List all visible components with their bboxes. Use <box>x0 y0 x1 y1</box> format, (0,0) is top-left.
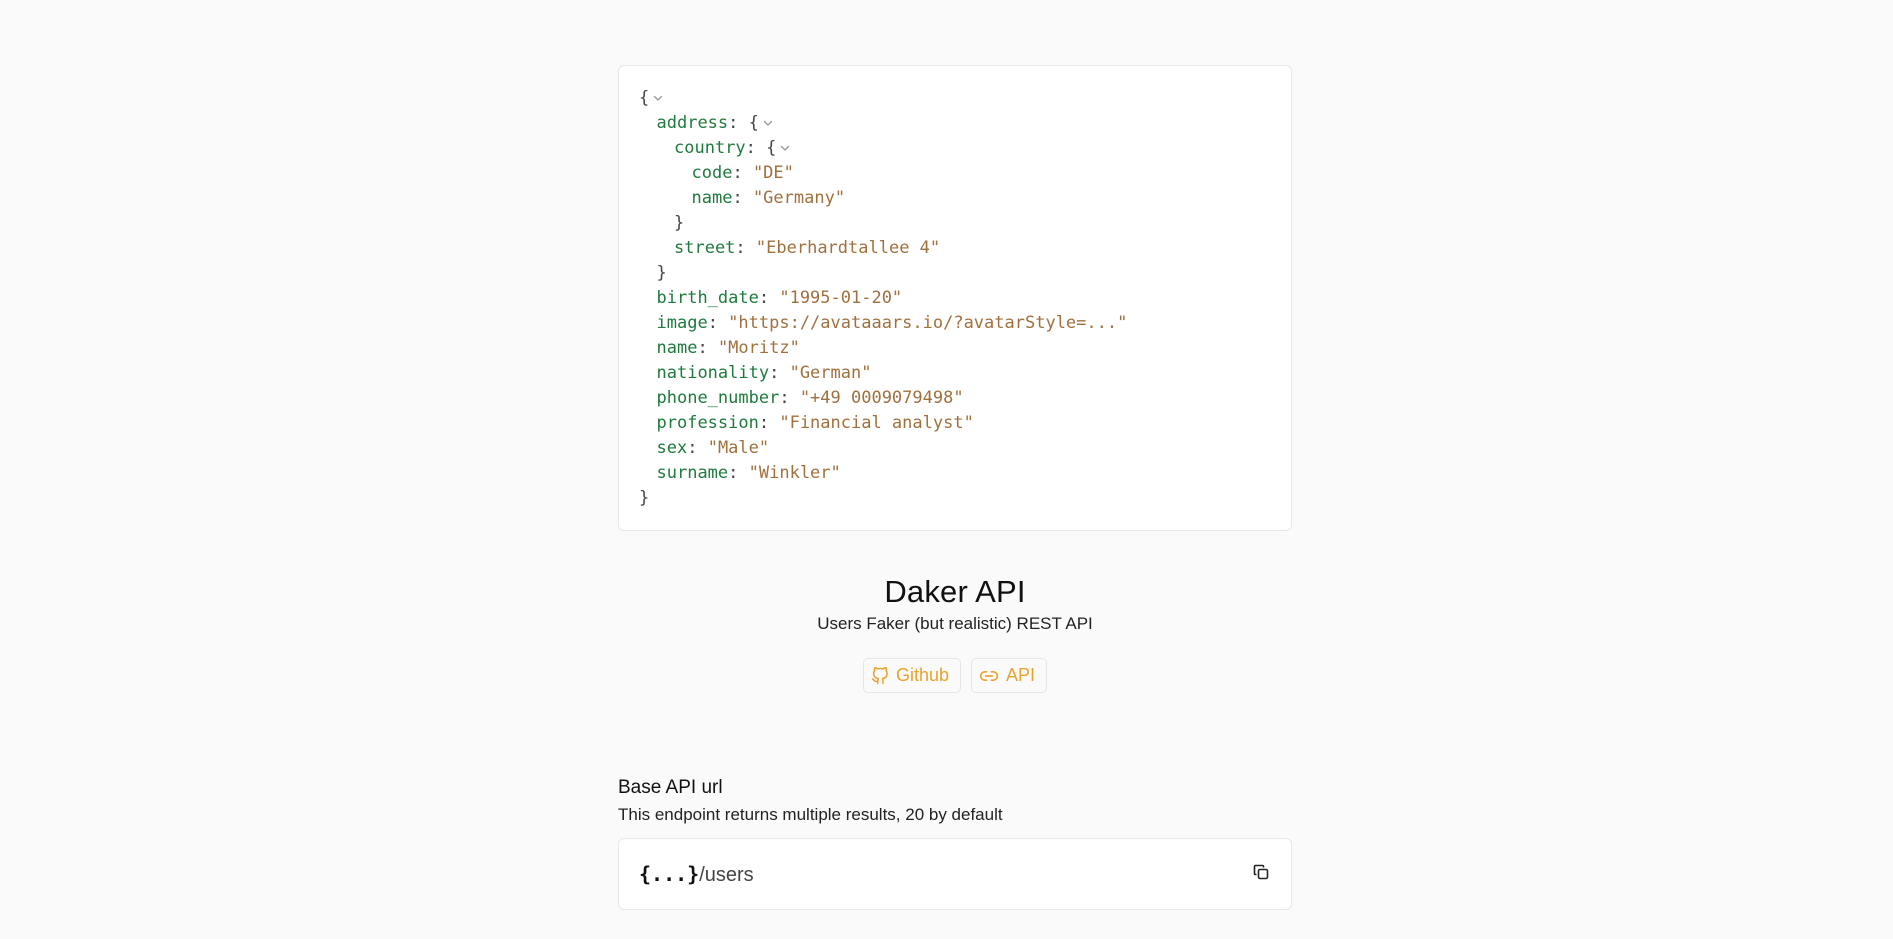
copy-icon <box>1253 864 1269 885</box>
chevron-down-icon[interactable] <box>652 92 664 104</box>
json-line: image: "https://avataaars.io/?avatarStyl… <box>656 313 1128 333</box>
json-key: address <box>656 113 729 133</box>
json-key: profession <box>656 413 759 433</box>
json-key: street <box>674 238 736 258</box>
json-value: "DE" <box>752 163 794 183</box>
json-line: street: "Eberhardtallee 4" <box>674 238 941 258</box>
hero: Daker API Users Faker (but realistic) RE… <box>618 572 1292 693</box>
json-key: code <box>691 163 733 183</box>
json-line: } <box>639 486 1271 511</box>
json-line: name: "Germany" <box>691 188 846 208</box>
json-value: "https://avataaars.io/?avatarStyle=..." <box>728 313 1128 333</box>
copy-button[interactable] <box>1251 864 1271 884</box>
json-line: address: { <box>639 111 1271 136</box>
json-close-brace: } <box>674 213 685 233</box>
json-key: nationality <box>656 363 770 383</box>
api-button[interactable]: API <box>971 658 1048 693</box>
github-button-label: Github <box>895 665 950 685</box>
json-value: "Moritz" <box>717 338 800 358</box>
json-line: nationality: "German" <box>656 363 872 383</box>
base-url-section: Base API url This endpoint returns multi… <box>618 776 1292 910</box>
json-open-brace: { <box>639 88 650 108</box>
json-value: "Eberhardtallee 4" <box>755 238 941 258</box>
json-line: phone_number: "+49 0009079498" <box>656 388 964 408</box>
json-close-brace: } <box>639 488 650 508</box>
base-url-placeholder: {...} <box>639 861 700 886</box>
page-title: Daker API <box>884 574 1026 609</box>
link-icon <box>979 666 999 686</box>
json-key: name <box>691 188 733 208</box>
json-line: { <box>639 86 1271 111</box>
json-open-brace: { <box>748 113 759 133</box>
json-key: surname <box>656 463 729 483</box>
json-close-brace: } <box>656 263 667 283</box>
json-preview: {address: {country: {code: "DE" name: "Ge… <box>618 65 1292 531</box>
json-value: "Winkler" <box>748 463 841 483</box>
json-line: sex: "Male" <box>656 438 770 458</box>
json-key: sex <box>656 438 688 458</box>
page-subtitle: Users Faker (but realistic) REST API <box>817 614 1093 633</box>
base-url-text: {...}/users <box>639 862 754 887</box>
json-value: "1995-01-20" <box>779 288 903 308</box>
json-line: surname: "Winkler" <box>656 463 841 483</box>
json-value: "Male" <box>707 438 770 458</box>
json-value: "Financial analyst" <box>779 413 974 433</box>
json-value: "German" <box>789 363 872 383</box>
json-key: country <box>674 138 746 158</box>
json-key: phone_number <box>656 388 780 408</box>
json-line: profession: "Financial analyst" <box>656 413 974 433</box>
section-title: Base API url <box>618 777 723 798</box>
section-description: This endpoint returns multiple results, … <box>618 805 1003 824</box>
json-key: birth_date <box>656 288 759 308</box>
base-url-card: {...}/users <box>618 838 1292 910</box>
chevron-down-icon[interactable] <box>762 117 774 129</box>
json-line: country: { <box>639 136 1271 161</box>
json-line: birth_date: "1995-01-20" <box>656 288 903 308</box>
json-line: } <box>639 211 1271 236</box>
json-key: image <box>656 313 708 333</box>
json-value: "+49 0009079498" <box>799 388 964 408</box>
github-button[interactable]: Github <box>862 658 962 693</box>
json-value: "Germany" <box>752 188 846 208</box>
github-icon <box>871 666 889 685</box>
json-open-brace: { <box>766 138 777 158</box>
chevron-down-icon[interactable] <box>779 142 791 154</box>
json-line: name: "Moritz" <box>656 338 800 358</box>
json-line: } <box>639 261 1271 286</box>
base-url-path: /users <box>699 863 754 886</box>
json-line: code: "DE" <box>691 163 794 183</box>
hero-buttons: Github API <box>618 658 1292 693</box>
json-key: name <box>656 338 698 358</box>
api-button-label: API <box>1006 665 1036 685</box>
